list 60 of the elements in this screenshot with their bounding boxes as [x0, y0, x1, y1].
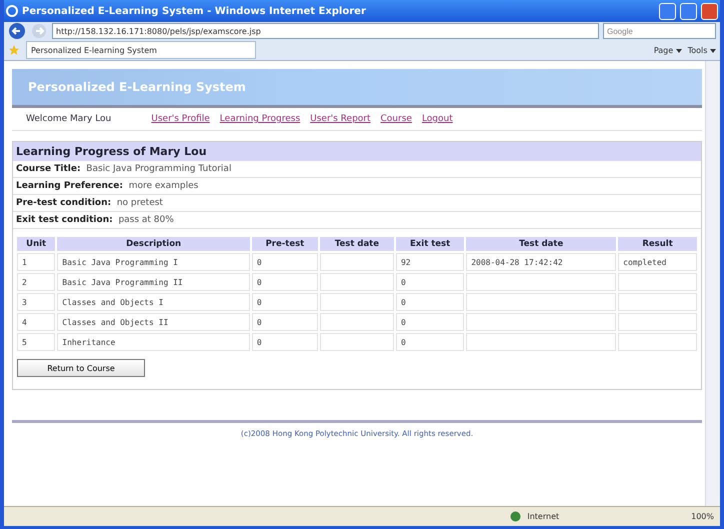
scrollbar[interactable]: [705, 61, 720, 506]
toolbar-menu[interactable]: Tools: [688, 46, 716, 54]
table-cell: completed: [618, 253, 697, 271]
browser-tab[interactable]: Personalized E-learning System: [26, 41, 256, 59]
table-cell: 0: [396, 333, 464, 351]
nav-link[interactable]: Learning Progress: [220, 114, 300, 124]
caret-icon: [676, 48, 682, 52]
nav-link[interactable]: User's Profile: [151, 114, 210, 124]
table-cell: 0: [396, 273, 464, 291]
table-cell: 5: [17, 333, 56, 351]
table-cell: Basic Java Programming II: [57, 273, 250, 291]
table-cell: 0: [252, 333, 318, 351]
info-row: Learning Preference: more examples: [13, 178, 701, 195]
column-header: Unit: [17, 237, 56, 251]
info-row: Pre-test condition: no pretest: [13, 195, 701, 212]
table-cell: 1: [17, 253, 56, 271]
table-cell: 2008-04-28 17:42:42: [466, 253, 616, 271]
table-cell: Classes and Objects II: [57, 313, 250, 331]
section-heading: Learning Progress of Mary Lou: [13, 142, 701, 161]
info-row: Exit test condition: pass at 80%: [13, 212, 701, 229]
star-icon[interactable]: [8, 44, 20, 56]
column-header: Result: [618, 237, 697, 251]
table-cell: Classes and Objects I: [57, 293, 250, 311]
column-header: Test date: [320, 237, 394, 251]
zone-text: Internet: [527, 512, 560, 521]
site-title: Personalized E-Learning System: [28, 80, 246, 94]
table-cell: 92: [396, 253, 464, 271]
caret-icon: [710, 48, 716, 52]
welcome-text: Welcome Mary Lou: [26, 114, 112, 124]
table-cell: 4: [17, 313, 56, 331]
column-header: Test date: [466, 237, 616, 251]
nav-link[interactable]: Logout: [422, 114, 453, 124]
address-field[interactable]: http://158.132.16.171:8080/pels/jsp/examscore.jsp: [52, 23, 599, 39]
minimize-button[interactable]: [659, 2, 676, 20]
maximize-button[interactable]: [680, 2, 697, 20]
column-header: Description: [57, 237, 250, 251]
table-cell: 0: [252, 273, 318, 291]
search-field[interactable]: Google: [603, 23, 716, 39]
table-cell: 0: [252, 293, 318, 311]
table-cell: 2: [17, 273, 56, 291]
nav-link[interactable]: User's Report: [310, 114, 371, 124]
browser-icon: [6, 5, 18, 17]
column-header: Exit test: [396, 237, 464, 251]
toolbar-menu[interactable]: Page: [654, 46, 682, 54]
window-title: Personalized E-Learning System - Windows Internet Explorer: [22, 6, 367, 16]
table-cell: 3: [17, 293, 56, 311]
table-cell: 0: [396, 313, 464, 331]
back-icon[interactable]: [8, 22, 26, 40]
return-button[interactable]: Return to Course: [17, 359, 145, 377]
table-cell: Basic Java Programming I: [57, 253, 250, 271]
table-cell: Inheritance: [57, 333, 250, 351]
table-cell: 0: [396, 293, 464, 311]
zoom-level[interactable]: 100%: [691, 512, 714, 521]
column-header: Pre-test: [252, 237, 318, 251]
globe-icon: [510, 511, 522, 522]
info-row: Course Title: Basic Java Programming Tutorial: [13, 161, 701, 178]
table-cell: 0: [252, 253, 318, 271]
close-button[interactable]: [701, 2, 718, 20]
table-cell: 0: [252, 313, 318, 331]
nav-link[interactable]: Course: [380, 114, 412, 124]
